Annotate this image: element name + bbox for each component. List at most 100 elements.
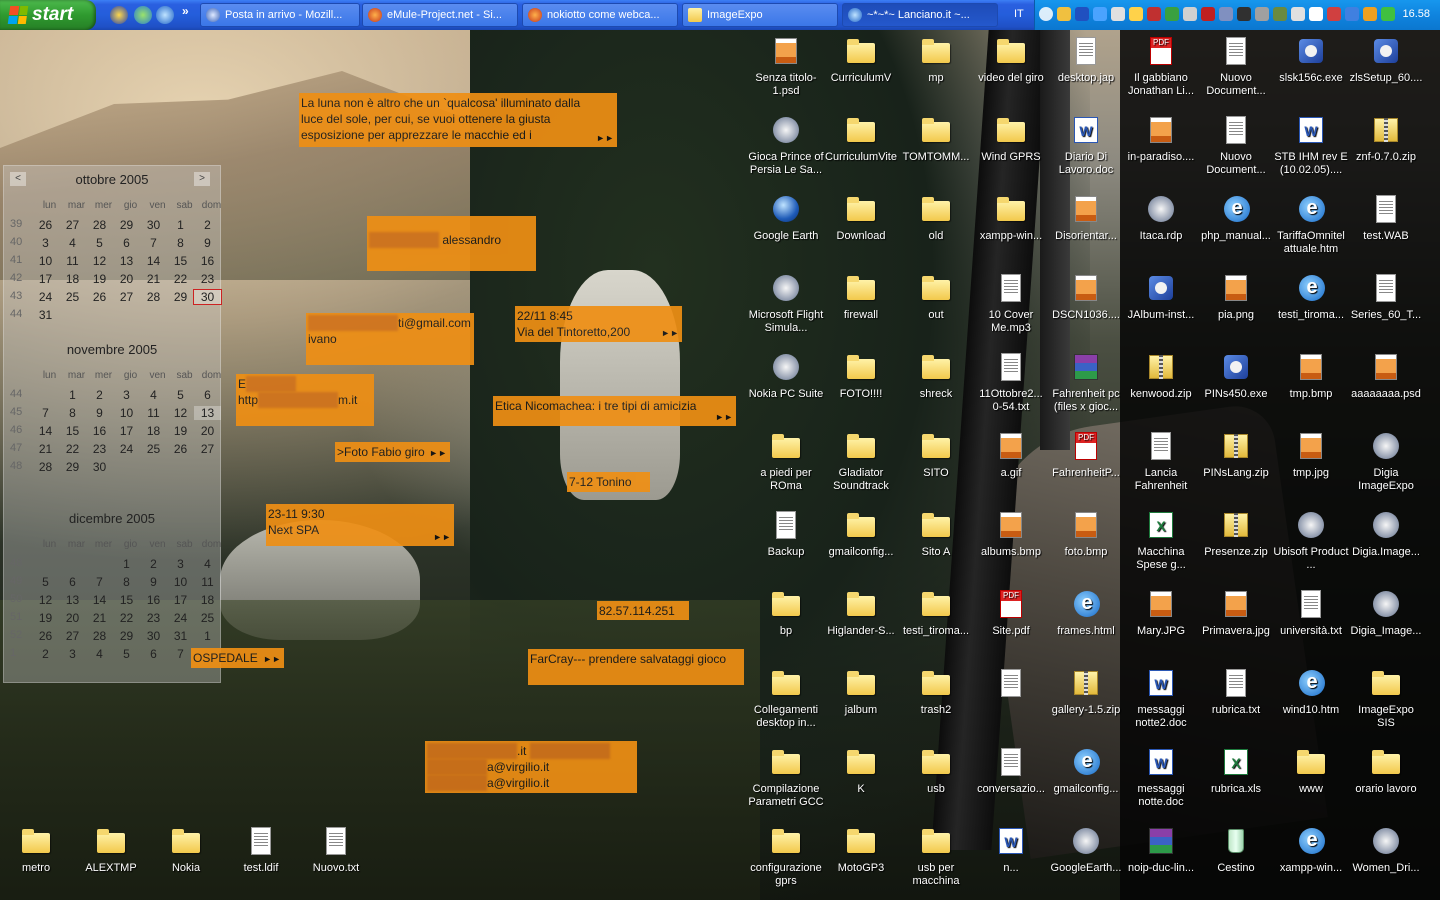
desktop-icon[interactable]: Disorientar...: [1048, 193, 1124, 243]
calendar-day[interactable]: 12: [32, 593, 59, 607]
calendar-day[interactable]: 25: [194, 611, 221, 625]
desktop-icon[interactable]: desktop.jap: [1048, 35, 1124, 85]
desktop-icon[interactable]: pia.png: [1198, 272, 1274, 322]
calendar-next-button[interactable]: >: [194, 172, 210, 186]
calendar-day[interactable]: 25: [59, 290, 86, 304]
desktop-icon[interactable]: Nokia: [148, 825, 224, 875]
desktop-icon[interactable]: trash2: [898, 667, 974, 717]
desktop-icon[interactable]: GoogleEarth...: [1048, 825, 1124, 875]
expand-arrow-icon[interactable]: ►►: [596, 130, 614, 146]
calendar-day[interactable]: 9: [140, 575, 167, 589]
desktop-icon[interactable]: Senza titolo-1.psd: [748, 35, 824, 98]
calendar-day[interactable]: 29: [167, 290, 194, 304]
calendar-day[interactable]: 1: [59, 388, 86, 402]
desktop-icon[interactable]: Nokia PC Suite: [748, 351, 824, 401]
desktop-icon[interactable]: tmp.bmp: [1273, 351, 1349, 401]
calendar-day[interactable]: 3: [167, 557, 194, 571]
quicklaunch-more-icon[interactable]: »: [182, 4, 189, 18]
calendar-day[interactable]: 21: [140, 272, 167, 286]
calendar-day[interactable]: 1: [194, 629, 221, 643]
expand-arrow-icon[interactable]: ►►: [263, 651, 281, 667]
calendar-day[interactable]: 8: [59, 406, 86, 420]
desktop-icon[interactable]: xampp-win...: [973, 193, 1049, 243]
calendar-day[interactable]: 21: [32, 442, 59, 456]
tray-expand-icon[interactable]: [1039, 7, 1053, 21]
desktop-icon[interactable]: Nuovo.txt: [298, 825, 374, 875]
tray-network-icon[interactable]: [1309, 7, 1323, 21]
language-indicator[interactable]: IT: [1014, 8, 1024, 20]
calendar-day[interactable]: 31: [167, 629, 194, 643]
tray-app-icon[interactable]: [1183, 7, 1197, 21]
desktop-icon[interactable]: old: [898, 193, 974, 243]
desktop-icon[interactable]: Gioca Prince of Persia Le Sa...: [748, 114, 824, 177]
desktop-icon[interactable]: Series_60_T...: [1348, 272, 1424, 322]
calendar-day[interactable]: 21: [86, 611, 113, 625]
calendar-day[interactable]: 23: [86, 442, 113, 456]
sticky-note-luna[interactable]: La luna non è altro che un `qualcosa' il…: [299, 93, 617, 147]
calendar-day[interactable]: 30: [86, 460, 113, 474]
desktop-icon[interactable]: Ubisoft Product ...: [1273, 509, 1349, 572]
calendar-day[interactable]: 15: [113, 593, 140, 607]
desktop-icon[interactable]: foto.bmp: [1048, 509, 1124, 559]
calendar-day[interactable]: 30: [193, 289, 222, 305]
desktop-icon[interactable]: Nuovo Document...: [1198, 35, 1274, 98]
calendar-day[interactable]: 24: [167, 611, 194, 625]
desktop-icon[interactable]: Presenze.zip: [1198, 509, 1274, 559]
calendar-day[interactable]: 16: [140, 593, 167, 607]
desktop-icon[interactable]: MotoGP3: [823, 825, 899, 875]
desktop-icon[interactable]: K: [823, 746, 899, 796]
calendar-day[interactable]: 3: [113, 388, 140, 402]
calendar-day[interactable]: 20: [113, 272, 140, 286]
calendar-day[interactable]: 2: [194, 218, 221, 232]
calendar-day[interactable]: 24: [32, 290, 59, 304]
calendar-day[interactable]: 3: [59, 647, 86, 661]
calendar-day[interactable]: 11: [140, 406, 167, 420]
desktop-icon[interactable]: Gladiator Soundtrack: [823, 430, 899, 493]
calendar-day[interactable]: 24: [113, 442, 140, 456]
tray-app-icon[interactable]: [1165, 7, 1179, 21]
desktop-icon[interactable]: in-paradiso....: [1123, 114, 1199, 164]
calendar-day[interactable]: 7: [167, 647, 194, 661]
desktop-icon[interactable]: albums.bmp: [973, 509, 1049, 559]
calendar-day[interactable]: 2: [140, 557, 167, 571]
desktop-icon[interactable]: gmailconfig...: [823, 509, 899, 559]
desktop-icon[interactable]: Lancia Fahrenheit: [1123, 430, 1199, 493]
calendar-day[interactable]: 28: [32, 460, 59, 474]
sticky-note-fabio[interactable]: >Foto Fabio giro ►►: [335, 442, 450, 462]
calendar-day[interactable]: 16: [86, 424, 113, 438]
tray-messenger-icon[interactable]: [1129, 7, 1143, 21]
tray-app-icon[interactable]: [1345, 7, 1359, 21]
calendar-prev-button[interactable]: <: [10, 172, 26, 186]
desktop-icon[interactable]: testi_tiroma...: [898, 588, 974, 638]
desktop-icon[interactable]: Digia.Image...: [1348, 509, 1424, 559]
calendar-day[interactable]: 6: [194, 388, 221, 402]
calendar-day[interactable]: 26: [32, 218, 59, 232]
calendar-day[interactable]: 2: [86, 388, 113, 402]
expand-arrow-icon[interactable]: ►►: [661, 325, 679, 341]
calendar-day[interactable]: 14: [140, 254, 167, 268]
sticky-note-gmail[interactable]: xxti@gmail.com ivano: [306, 313, 474, 365]
taskbar-task-1[interactable]: eMule-Project.net - Si...: [362, 3, 518, 27]
desktop-icon[interactable]: test.WAB: [1348, 193, 1424, 243]
calendar-day[interactable]: 9: [194, 236, 221, 250]
desktop-icon[interactable]: video del giro: [973, 35, 1049, 85]
calendar-day[interactable]: 3: [32, 236, 59, 250]
desktop-icon[interactable]: 11Ottobre2... 0-54.txt: [973, 351, 1049, 414]
calendar-day[interactable]: 10: [32, 254, 59, 268]
calendar-day[interactable]: 1: [167, 218, 194, 232]
calendar-day[interactable]: 7: [140, 236, 167, 250]
start-button[interactable]: start: [0, 0, 96, 30]
tray-app-icon[interactable]: [1219, 7, 1233, 21]
expand-arrow-icon[interactable]: ►►: [433, 529, 451, 545]
calendar-day[interactable]: 23: [194, 272, 221, 286]
calendar-day[interactable]: 28: [86, 629, 113, 643]
desktop-icon[interactable]: ImageExpo SIS: [1348, 667, 1424, 730]
desktop-icon[interactable]: Backup: [748, 509, 824, 559]
quicklaunch-messenger-icon[interactable]: [110, 6, 128, 24]
desktop-icon[interactable]: aaaaaaaa.psd: [1348, 351, 1424, 401]
desktop-icon[interactable]: jalbum: [823, 667, 899, 717]
desktop-icon[interactable]: Wind GPRS: [973, 114, 1049, 164]
calendar-day[interactable]: 4: [86, 647, 113, 661]
desktop-icon[interactable]: slsk156c.exe: [1273, 35, 1349, 85]
calendar-day[interactable]: 1: [113, 557, 140, 571]
